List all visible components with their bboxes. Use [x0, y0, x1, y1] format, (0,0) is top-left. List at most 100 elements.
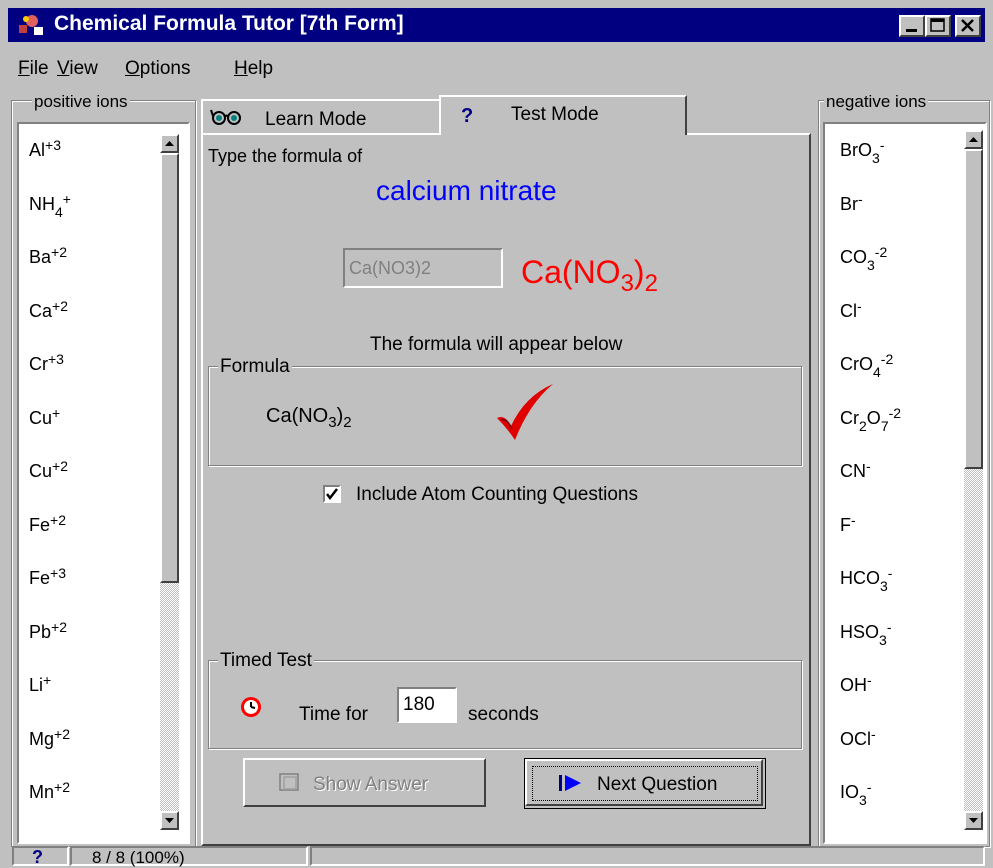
score-text: 8 / 8 (100%): [92, 848, 185, 867]
scroll-thumb[interactable]: [160, 153, 179, 583]
minimize-button[interactable]: [899, 15, 925, 37]
ion-symbol: Cu: [29, 461, 53, 481]
info-label: The formula will appear below: [370, 334, 623, 355]
check-icon: [326, 488, 338, 501]
question-icon: ?: [461, 105, 474, 127]
ion-charge: -2: [880, 351, 894, 367]
ion-symbol: Cu: [29, 407, 53, 428]
ion-symbol: Cr: [29, 354, 48, 374]
scroll-down-button[interactable]: [160, 811, 179, 830]
ion-charge: +3: [45, 137, 61, 153]
ion-subscript: 4: [55, 203, 63, 220]
minimize-icon: [906, 29, 917, 32]
ion-charge: +: [62, 190, 71, 207]
answer-icon: [278, 772, 302, 800]
ion-item[interactable]: Al+3: [29, 137, 61, 161]
atom-counting-label[interactable]: Include Atom Counting Questions: [356, 484, 638, 506]
ion-item[interactable]: CO3-2: [840, 245, 887, 272]
ion-item[interactable]: Mn+2: [29, 779, 70, 803]
ion-item[interactable]: Pb+2: [29, 618, 67, 643]
ion-symbol: BrO: [840, 140, 873, 160]
ion-item[interactable]: OH-: [840, 672, 872, 696]
ion-item[interactable]: BrO3-: [840, 137, 885, 165]
ion-item[interactable]: Cl-: [840, 299, 862, 322]
show-answer-label: Show Answer: [313, 774, 429, 795]
ion-charge: -: [879, 137, 885, 153]
ion-subscript: 2: [859, 417, 867, 434]
formula-input[interactable]: [343, 248, 503, 288]
menu-file[interactable]: File: [18, 58, 49, 80]
scroll-thumb[interactable]: [964, 149, 983, 469]
ion-charge: +3: [48, 351, 64, 367]
ion-symbol: IO: [840, 782, 860, 802]
ion-item[interactable]: Li+: [29, 673, 51, 696]
scroll-up-button[interactable]: [964, 130, 983, 149]
ion-item[interactable]: HSO3-: [840, 620, 891, 647]
ion-charge: -: [867, 672, 872, 688]
ion-item[interactable]: Cr+3: [29, 351, 64, 375]
ion-item[interactable]: F-: [840, 513, 856, 536]
negative-ions-scrollbar[interactable]: [964, 130, 983, 830]
ion-charge: +2: [52, 297, 68, 314]
menu-options[interactable]: Options: [125, 58, 190, 80]
ion-subscript: 4: [873, 364, 881, 380]
positive-ions-list[interactable]: Al+3 NH4+ Ba+2 Ca+2 Cr+3 Cu+ Cu+2 Fe+2 Fe+3 Pb+2 L…: [17, 122, 190, 844]
ion-charge: +3: [50, 565, 66, 581]
ion-item[interactable]: Ba+2: [29, 245, 67, 268]
next-question-face: Next Question: [525, 759, 763, 806]
time-for-label: Time for: [299, 704, 368, 725]
ion-item[interactable]: NH4+: [29, 190, 71, 219]
ion-symbol: CrO: [840, 354, 873, 374]
scroll-up-button[interactable]: [160, 134, 179, 153]
menu-help[interactable]: Help: [234, 58, 273, 80]
atom-counting-checkbox[interactable]: [323, 485, 341, 503]
ion-item[interactable]: Fe+3: [29, 565, 66, 589]
close-button[interactable]: [955, 15, 981, 37]
ion-item[interactable]: CrO4-2: [840, 351, 894, 379]
negative-ions-list[interactable]: BrO3- Br- CO3-2 Cl- CrO4-2 Cr2O7-2 CN- F- HCO3- H…: [823, 122, 987, 844]
ion-charge: +2: [52, 458, 68, 474]
ion-item[interactable]: IO3-: [840, 780, 871, 807]
ion-symbol: Ca: [29, 300, 53, 321]
ion-item[interactable]: CN-: [840, 458, 871, 482]
ion-item[interactable]: Cu+2: [29, 458, 68, 482]
ion-item[interactable]: Cr2O7-2: [840, 406, 901, 433]
ion-symbol: Mg: [29, 728, 55, 749]
ion-item[interactable]: Fe+2: [29, 511, 66, 536]
ion-item[interactable]: Br-: [840, 192, 863, 215]
ion-charge: -: [866, 458, 871, 474]
formula-display: Ca(NO3)2: [266, 405, 352, 432]
ion-symbol: CN: [840, 461, 866, 481]
ion-symbol: Cl: [840, 300, 857, 321]
seconds-label: seconds: [468, 704, 539, 725]
tab-learn-mode[interactable]: Learn Mode: [201, 99, 441, 133]
compound-name: calcium nitrate: [376, 175, 557, 206]
ion-charge: +2: [50, 511, 66, 528]
ion-item[interactable]: Ca+2: [29, 297, 68, 322]
arrow-down-icon: [165, 818, 174, 823]
ion-symbol: OCl: [840, 728, 871, 749]
tab-test-mode[interactable]: ? Test Mode: [439, 95, 687, 135]
ion-symbol: OH: [840, 675, 867, 695]
next-question-button[interactable]: Next Question: [524, 758, 766, 809]
next-question-label: Next Question: [597, 774, 718, 795]
positive-ions-scrollbar[interactable]: [160, 134, 179, 830]
ion-charge: +2: [51, 618, 67, 635]
scroll-down-button[interactable]: [964, 811, 983, 830]
ion-item[interactable]: OCl-: [840, 727, 876, 750]
ion-subscript: 3: [880, 578, 888, 594]
tab-learn-label: Learn Mode: [265, 109, 367, 130]
ion-charge: +2: [54, 779, 70, 795]
play-icon: [559, 773, 585, 799]
ion-symbol: Fe: [29, 568, 51, 588]
maximize-button[interactable]: [925, 15, 951, 37]
ion-item[interactable]: Cu+: [29, 406, 60, 429]
ion-item[interactable]: Mg+2: [29, 727, 70, 750]
formula-group-legend: Formula: [218, 356, 292, 378]
seconds-input[interactable]: [397, 687, 457, 723]
checkmark-icon: [495, 382, 555, 449]
show-answer-button[interactable]: Show Answer: [243, 758, 486, 807]
ion-item[interactable]: HCO3-: [840, 566, 892, 593]
ion-symbol: NH: [29, 193, 55, 214]
menu-view[interactable]: View: [57, 58, 98, 80]
